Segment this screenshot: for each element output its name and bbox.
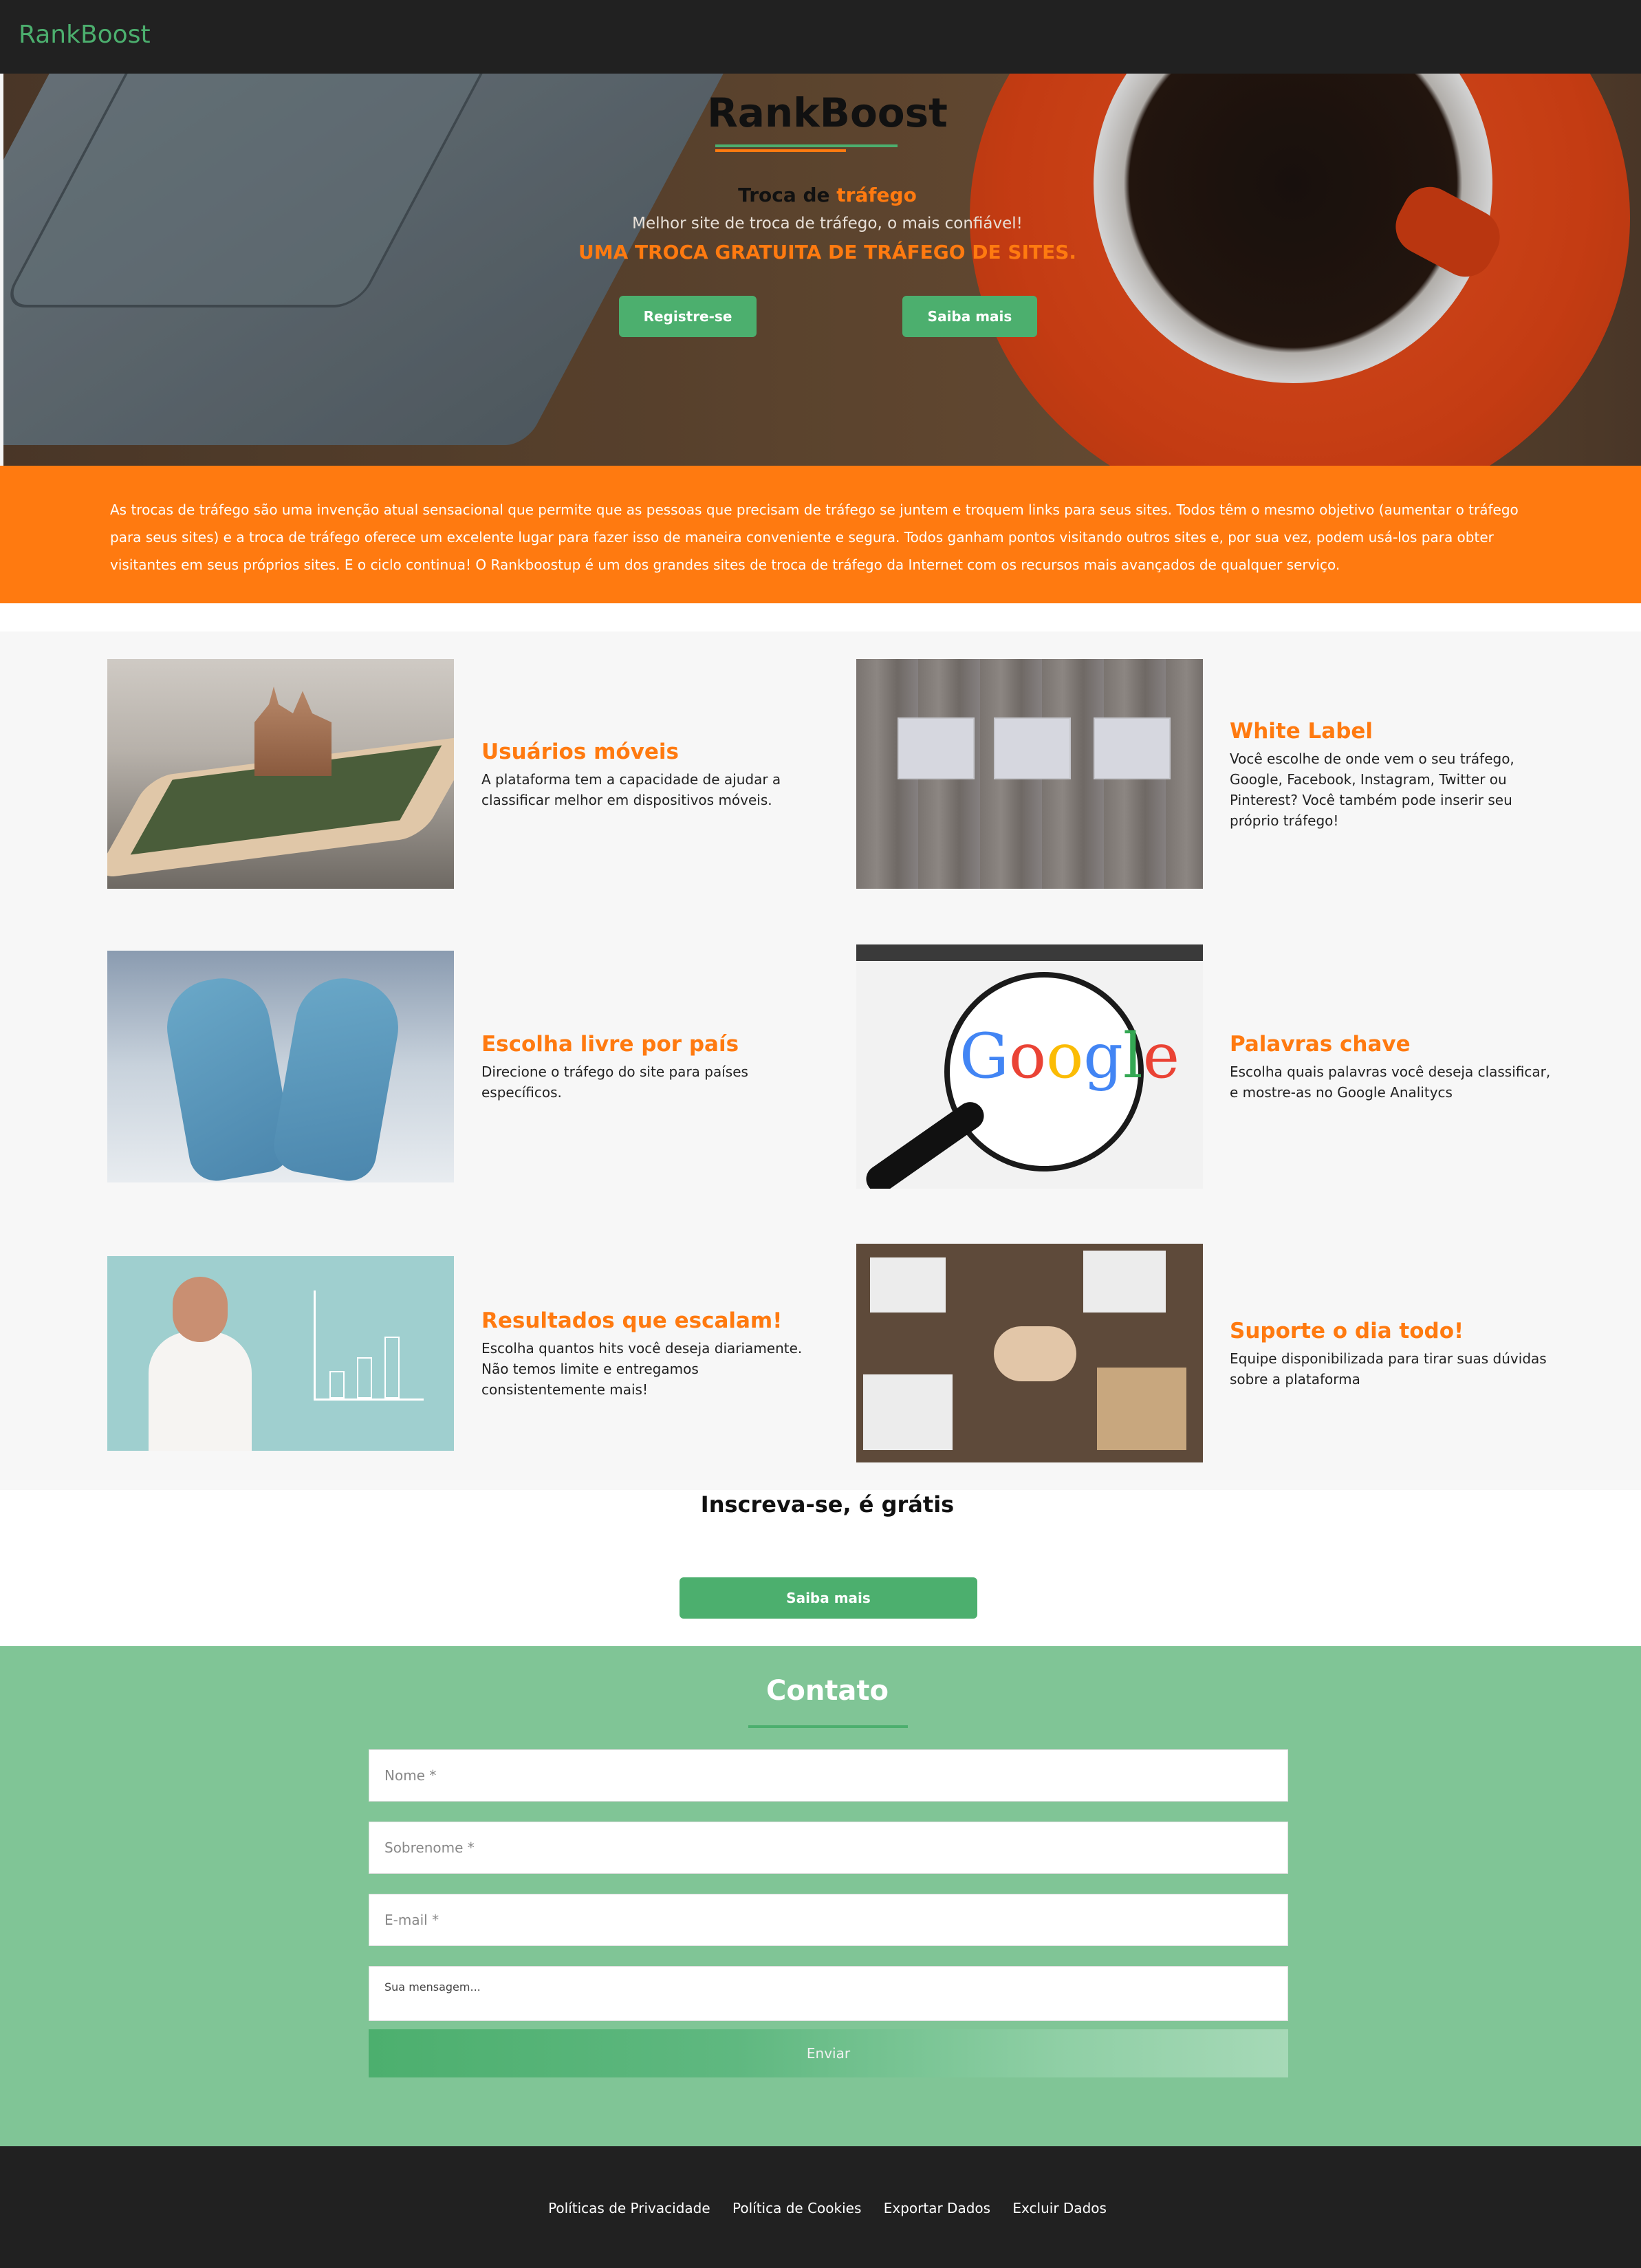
signup-cta-title: Inscreva-se, é grátis	[700, 1491, 955, 1518]
feature-text-results: Escolha quantos hits você deseja diariam…	[481, 1340, 803, 1398]
surname-field[interactable]: Sobrenome *	[369, 1822, 1288, 1874]
feature-title-results: Resultados que escalam!	[481, 1308, 783, 1333]
country-choice-image	[107, 951, 454, 1182]
name-field[interactable]: Nome *	[369, 1749, 1288, 1802]
keywords-image: Google	[856, 944, 1203, 1189]
email-field[interactable]: E-mail *	[369, 1894, 1288, 1946]
hero-tagline: Melhor site de troca de tráfego, o mais …	[632, 215, 1023, 233]
intro-text: As trocas de tráfego são uma invenção at…	[110, 501, 1519, 573]
hero-subtitle-prefix: Troca de	[738, 184, 830, 206]
feature-text-keywords: Escolha quais palavras você deseja class…	[1230, 1063, 1551, 1101]
feature-text-country: Direcione o tráfego do site para países …	[481, 1063, 748, 1101]
feature-text-white-label: Você escolhe de onde vem o seu tráfego, …	[1230, 750, 1514, 829]
hero-caps-text: UMA TROCA GRATUITA DE TRÁFEGO DE SITES.	[578, 241, 1077, 263]
contact-underline	[748, 1725, 908, 1728]
footer-link-privacy[interactable]: Políticas de Privacidade	[548, 2200, 710, 2216]
intro-section: As trocas de tráfego são uma invenção at…	[0, 466, 1641, 603]
title-underline-orange	[715, 149, 846, 152]
footer-link-export[interactable]: Exportar Dados	[884, 2200, 990, 2216]
title-underline-green	[715, 144, 898, 147]
cta-learn-more-button[interactable]: Saiba mais	[680, 1577, 977, 1619]
top-navbar: RankBoost	[0, 0, 1641, 74]
feature-text-mobile: A plataforma tem a capacidade de ajudar …	[481, 771, 781, 808]
feature-title-mobile: Usuários móveis	[481, 739, 679, 764]
footer-link-cookies[interactable]: Política de Cookies	[732, 2200, 861, 2216]
mobile-users-image	[107, 659, 454, 889]
hero-subtitle: Troca de tráfego	[0, 184, 1641, 206]
footer-links: Políticas de Privacidade Política de Coo…	[0, 2200, 1641, 2216]
send-button[interactable]: Enviar	[369, 2029, 1288, 2077]
hero-learn-more-button[interactable]: Saiba mais	[902, 296, 1037, 337]
feature-title-country: Escolha livre por país	[481, 1032, 739, 1057]
hero-subtitle-highlight: tráfego	[836, 184, 917, 206]
feature-text-support: Equipe disponibilizada para tirar suas d…	[1230, 1350, 1547, 1387]
feature-title-support: Suporte o dia todo!	[1230, 1319, 1464, 1343]
support-image	[856, 1244, 1203, 1462]
hero-title: RankBoost	[707, 89, 948, 136]
scaling-results-image	[107, 1256, 454, 1451]
feature-title-keywords: Palavras chave	[1230, 1032, 1411, 1057]
brand-logo[interactable]: RankBoost	[19, 21, 151, 49]
register-button[interactable]: Registre-se	[619, 296, 757, 337]
contact-title: Contato	[765, 1675, 889, 1707]
feature-title-white-label: White Label	[1230, 719, 1373, 744]
message-textarea[interactable]: Sua mensagem...	[369, 1966, 1288, 2021]
white-label-image	[856, 659, 1203, 889]
footer-link-delete[interactable]: Excluir Dados	[1012, 2200, 1107, 2216]
